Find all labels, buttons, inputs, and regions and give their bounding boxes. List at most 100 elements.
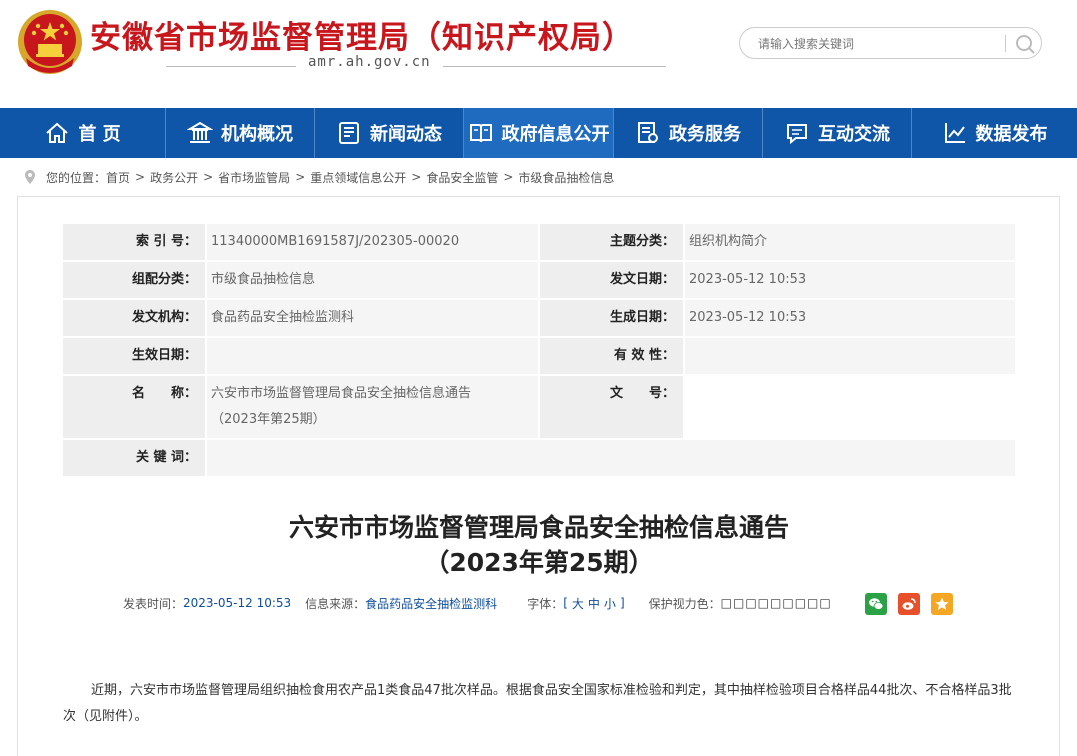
- swatch-9[interactable]: □: [819, 596, 831, 610]
- document-icon: [638, 122, 658, 143]
- article-title: 六安市市场监督管理局食品安全抽检信息通告 （2023年第25期）: [63, 510, 1015, 580]
- name-value-line2: （2023年第25期）: [211, 412, 326, 427]
- validity-value: [685, 338, 1015, 374]
- eye-protection-label: 保护视力色：: [648, 596, 721, 611]
- building-icon: [187, 121, 213, 143]
- search-divider: [1005, 35, 1006, 52]
- name-value-line1: 六安市市场监督管理局食品安全抽检信息通告: [211, 386, 472, 401]
- swatch-6[interactable]: □: [782, 596, 794, 610]
- swatch-1[interactable]: □: [721, 596, 733, 610]
- chat-icon: [787, 124, 807, 145]
- publish-time-label: 发表时间：: [123, 596, 184, 611]
- site-title[interactable]: 安徽省市场监督管理局（知识产权局）: [90, 12, 634, 57]
- main-nav: 首 页 机构概况 新闻动态 政府信息公开 政务服务 互动交流 数据发布: [0, 108, 1077, 158]
- publish-date-label: 发文日期：: [540, 262, 683, 298]
- org-value: 食品药品安全抽检监测科: [207, 300, 538, 336]
- swatch-4[interactable]: □: [758, 596, 770, 610]
- nav-home-label: 首 页: [78, 124, 121, 145]
- topic-value: 组织机构简介: [685, 224, 1015, 260]
- breadcrumb-food-safety[interactable]: 食品安全监管: [426, 169, 498, 186]
- table-row: 关 键 词：: [63, 440, 1015, 476]
- publish-date-value: 2023-05-12 10:53: [685, 262, 1015, 298]
- breadcrumb-current[interactable]: 市级食品抽检信息: [518, 169, 614, 186]
- font-bracket-open: [: [563, 596, 568, 610]
- breadcrumb-provincial-bureau[interactable]: 省市场监管局: [218, 169, 290, 186]
- name-value: 六安市市场监督管理局食品安全抽检信息通告 （2023年第25期）: [207, 376, 538, 438]
- source-value: 食品药品安全抽检监测科: [365, 596, 498, 611]
- doc-number-label: 文 号：: [540, 376, 683, 438]
- created-date-label: 生成日期：: [540, 300, 683, 336]
- nav-news[interactable]: 新闻动态: [315, 108, 464, 158]
- breadcrumb-prefix: 您的位置：: [46, 170, 107, 185]
- swatch-7[interactable]: □: [795, 596, 807, 610]
- keywords-label: 关 键 词：: [63, 440, 205, 476]
- swatch-3[interactable]: □: [745, 596, 757, 610]
- location-pin-icon: [25, 170, 35, 184]
- swatch-2[interactable]: □: [733, 596, 745, 610]
- table-row: 发文机构： 食品药品安全抽检监测科 生成日期： 2023-05-12 10:53: [63, 300, 1015, 336]
- breadcrumb-key-areas[interactable]: 重点领域信息公开: [310, 169, 406, 186]
- news-icon: [339, 122, 359, 144]
- doc-number-value: [685, 376, 1015, 438]
- article-title-line1: 六安市市场监督管理局食品安全抽检信息通告: [288, 513, 789, 542]
- table-row: 生效日期： 有 效 性：: [63, 338, 1015, 374]
- search-icon[interactable]: [1014, 33, 1036, 55]
- nav-interaction[interactable]: 互动交流: [763, 108, 912, 158]
- table-row: 索 引 号： 11340000MB1691587J/202305-00020 主…: [63, 224, 1015, 260]
- index-label: 索 引 号：: [63, 224, 205, 260]
- breadcrumb-home[interactable]: 首页: [106, 169, 130, 186]
- nav-about[interactable]: 机构概况: [166, 108, 315, 158]
- search-box: [739, 27, 1042, 59]
- nav-services[interactable]: 政务服务: [614, 108, 763, 158]
- nav-home[interactable]: 首 页: [0, 108, 166, 158]
- breadcrumb-gov-affairs[interactable]: 政务公开: [150, 169, 198, 186]
- source-label: 信息来源：: [305, 596, 366, 611]
- weibo-share-button[interactable]: [898, 593, 920, 615]
- breadcrumb: 您的位置： 首页 > 政务公开 > 省市场监管局 > 重点领域信息公开 > 食品安全监管…: [24, 168, 614, 186]
- favorite-share-button[interactable]: [931, 593, 953, 615]
- topic-label: 主题分类：: [540, 224, 683, 260]
- swatch-8[interactable]: □: [807, 596, 819, 610]
- effective-date-value: [207, 338, 538, 374]
- nav-news-label: 新闻动态: [370, 124, 442, 145]
- keywords-value: [207, 440, 1015, 476]
- font-small-button[interactable]: 小: [604, 595, 616, 612]
- created-date-value: 2023-05-12 10:53: [685, 300, 1015, 336]
- chart-icon: [944, 123, 965, 143]
- table-row: 名 称： 六安市市场监督管理局食品安全抽检信息通告 （2023年第25期） 文 …: [63, 376, 1015, 438]
- book-icon: [469, 124, 492, 143]
- star-icon: [935, 597, 949, 610]
- nav-gov-info[interactable]: 政府信息公开: [464, 108, 614, 158]
- org-label: 发文机构：: [63, 300, 205, 336]
- national-emblem-icon: [18, 10, 82, 74]
- home-icon: [46, 122, 69, 143]
- site-header: 安徽省市场监督管理局（知识产权局） amr.ah.gov.cn: [0, 0, 1077, 108]
- effective-date-label: 生效日期：: [63, 338, 205, 374]
- category-value: 市级食品抽检信息: [207, 262, 538, 298]
- site-domain: amr.ah.gov.cn: [296, 54, 443, 70]
- font-large-button[interactable]: 大: [572, 595, 584, 612]
- category-label: 组配分类：: [63, 262, 205, 298]
- nav-about-label: 机构概况: [221, 124, 293, 145]
- index-value: 11340000MB1691587J/202305-00020: [207, 224, 538, 260]
- publish-time-value: 2023-05-12 10:53: [183, 596, 292, 610]
- article-paragraph: 近期，六安市市场监督管理局组织抽检食用农产品1类食品47批次样品。根据食品安全国…: [63, 683, 1012, 724]
- nav-data[interactable]: 数据发布: [912, 108, 1077, 158]
- font-size-label: 字体：: [527, 596, 564, 611]
- swatch-5[interactable]: □: [770, 596, 782, 610]
- eye-protection-swatches: □□□□□□□□□: [721, 596, 832, 610]
- font-medium-button[interactable]: 中: [588, 595, 600, 612]
- weibo-icon: [902, 598, 916, 610]
- validity-label: 有 效 性：: [540, 338, 683, 374]
- table-row: 组配分类： 市级食品抽检信息 发文日期： 2023-05-12 10:53: [63, 262, 1015, 298]
- nav-data-label: 数据发布: [975, 124, 1048, 145]
- article-info-bar: 发表时间： 2023-05-12 10:53 信息来源： 食品药品安全抽检监测科…: [123, 594, 832, 612]
- name-label: 名 称：: [63, 376, 205, 438]
- nav-gov-info-label: 政府信息公开: [501, 124, 610, 145]
- nav-interaction-label: 互动交流: [818, 124, 890, 145]
- search-input[interactable]: [756, 34, 1000, 54]
- article-title-line2: （2023年第25期）: [424, 548, 654, 577]
- nav-services-label: 政务服务: [669, 124, 741, 145]
- wechat-share-button[interactable]: [865, 593, 887, 615]
- wechat-icon: [869, 598, 884, 610]
